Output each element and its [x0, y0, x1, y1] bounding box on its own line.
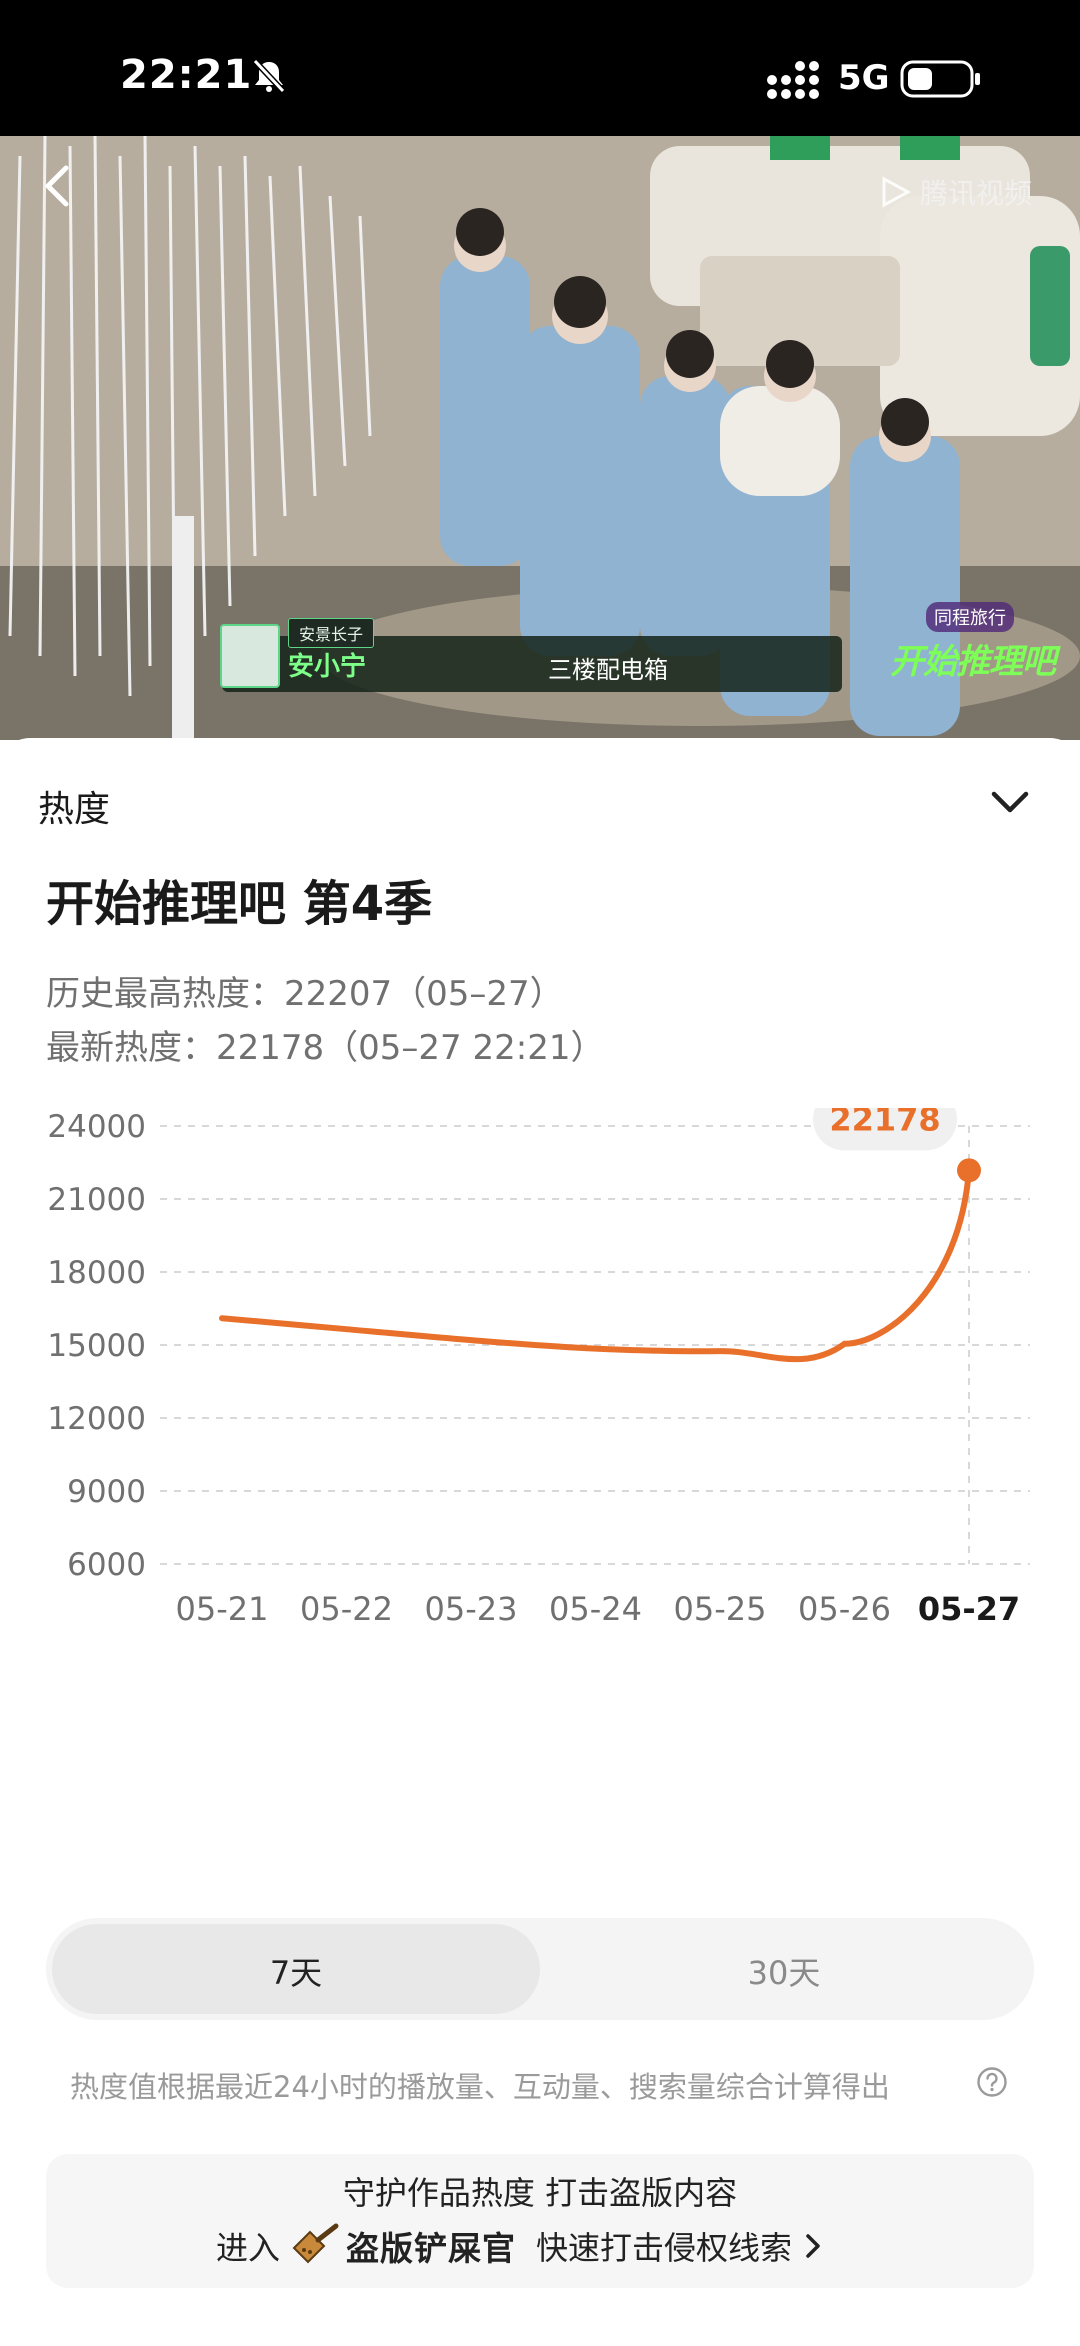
shovel-icon: [292, 2223, 339, 2264]
speaker-tag: 安景长子: [288, 618, 375, 648]
banner-action: 快速打击侵权线索: [536, 2229, 793, 2267]
sheet-title: 热度: [38, 789, 111, 830]
subtitle-text: 三楼配电箱: [548, 656, 668, 684]
range-option-7d[interactable]: 7天: [52, 1948, 540, 1994]
y-tick-label: 6000: [67, 1547, 146, 1583]
caption-bar: 安景长子 安小宁 三楼配电箱: [220, 618, 842, 692]
y-tick-label: 9000: [67, 1474, 146, 1510]
watermark-text: 腾讯视频: [920, 177, 1033, 210]
anti-piracy-banner[interactable]: 守护作品热度 打击盗版内容 进入 盗版铲屎官 快速打击侵权线索: [46, 2154, 1034, 2288]
signal-icon: [767, 61, 819, 99]
y-tick-label: 12000: [47, 1401, 146, 1437]
y-tick-label: 18000: [47, 1255, 146, 1291]
heat-sheet: 热度 开始推理吧 第4季 历史最高热度：22207（05–27） 最新热度：22…: [0, 738, 1080, 2346]
show-title: 开始推理吧 第4季: [46, 876, 433, 932]
x-tick-label: 05-25: [674, 1590, 767, 1628]
range-toggle: 7天 30天: [46, 1918, 1034, 2020]
x-tick-label: 05-22: [300, 1590, 393, 1628]
heat-note: 热度值根据最近24小时的播放量、互动量、搜索量综合计算得出: [70, 2070, 890, 2104]
banner-headline: 守护作品热度 打击盗版内容: [342, 2174, 738, 2212]
range-option-30d[interactable]: 30天: [540, 1948, 1028, 1994]
speaker-avatar: [220, 624, 280, 688]
battery-icon: [900, 60, 980, 98]
y-tick-label: 15000: [47, 1328, 146, 1364]
platform-watermark: 腾讯视频: [878, 172, 1032, 212]
status-time: 22:21: [120, 52, 253, 98]
play-logo-icon: [882, 176, 912, 208]
banner-enter: 进入: [216, 2229, 281, 2267]
chevron-down-icon[interactable]: [988, 780, 1032, 824]
speaker-name: 安小宁: [288, 652, 367, 682]
x-tick-label: 05-27: [918, 1590, 1020, 1628]
x-tick-label: 05-23: [425, 1590, 518, 1628]
sponsor-badge: 同程旅行: [926, 602, 1014, 632]
latest-heat: 最新热度：22178（05–27 22:21）: [46, 1028, 605, 1068]
y-tick-label: 21000: [47, 1182, 146, 1218]
x-tick-label: 05-24: [549, 1590, 642, 1628]
status-bar: 22:21 5G: [0, 0, 1080, 136]
latest-point: [957, 1158, 981, 1183]
x-tick-label: 05-26: [798, 1590, 891, 1628]
show-logo: 开始推理吧: [890, 642, 1056, 682]
help-icon[interactable]: [976, 2066, 1008, 2098]
banner-brand: 盗版铲屎官: [346, 2229, 517, 2268]
heat-chart: 6000 9000 12000 15000 18000 21000 24000 05-21 05…: [47, 1108, 1030, 1628]
banner-action-row[interactable]: 进入 盗版铲屎官 快速打击侵权线索: [216, 2222, 824, 2270]
back-button[interactable]: [28, 156, 88, 216]
history-peak: 历史最高热度：22207（05–27）: [46, 974, 564, 1014]
x-tick-label: 05-21: [176, 1590, 269, 1628]
latest-value-label: 22178: [829, 1108, 940, 1138]
video-player[interactable]: 腾讯视频 同程旅行 开始推理吧 安景长子 安小宁 三楼配电箱: [0, 136, 1080, 740]
y-tick-label: 24000: [47, 1109, 146, 1145]
bell-muted-icon: [252, 58, 286, 94]
network-label: 5G: [838, 58, 890, 98]
chevron-right-icon: [806, 2234, 820, 2258]
